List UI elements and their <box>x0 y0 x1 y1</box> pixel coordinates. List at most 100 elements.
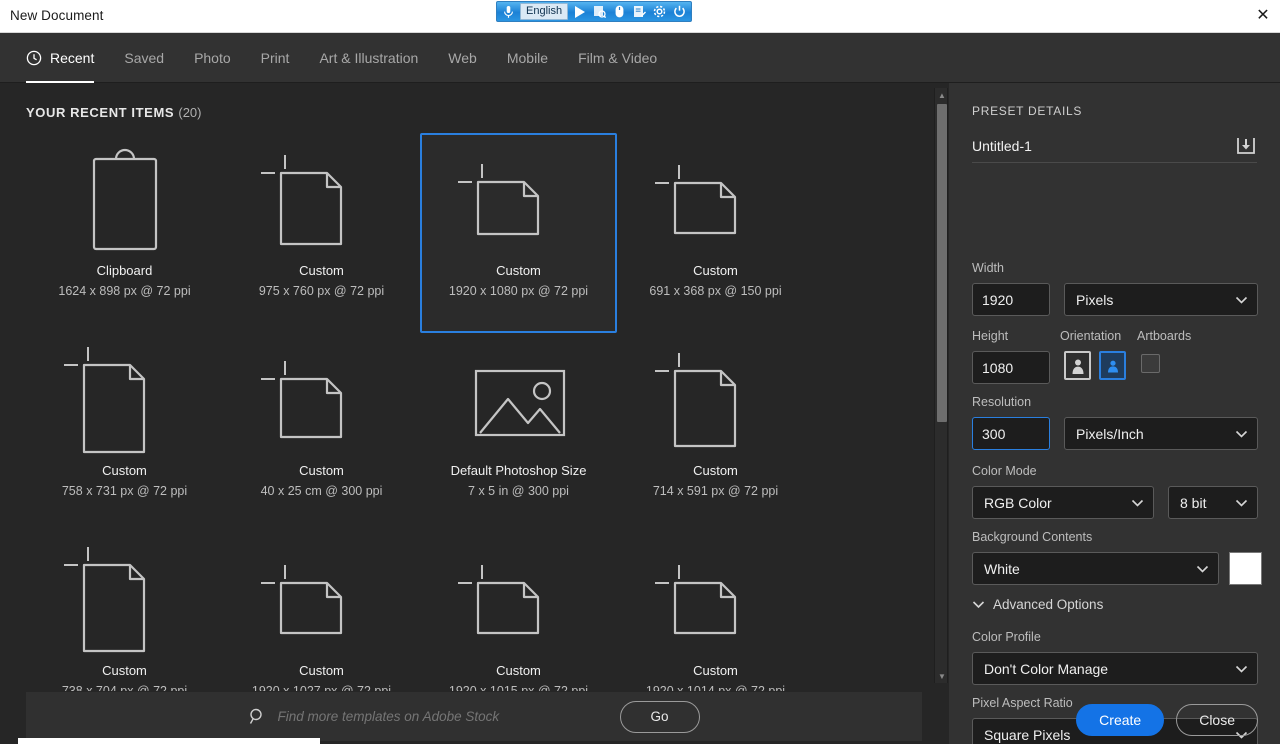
tab-recent[interactable]: Recent <box>26 33 109 83</box>
close-button[interactable]: Close <box>1176 704 1258 736</box>
tab-mobile[interactable]: Mobile <box>492 33 563 83</box>
recent-item-card[interactable]: Custom 758 x 731 px @ 72 ppi <box>26 333 223 533</box>
color-profile-value: Don't Color Manage <box>984 660 1109 677</box>
recent-item-name: Custom <box>299 463 344 478</box>
preset-name-input[interactable] <box>972 137 1235 154</box>
close-icon[interactable]: ✕ <box>1252 6 1274 26</box>
color-profile-select[interactable]: Don't Color Manage <box>972 652 1258 685</box>
color-mode-value: RGB Color <box>984 494 1052 511</box>
tab-label: Print <box>260 50 290 66</box>
recent-item-card[interactable]: Custom 1920 x 1014 px @ 72 ppi <box>617 533 814 691</box>
create-button[interactable]: Create <box>1076 704 1165 736</box>
landscape-orientation-icon[interactable] <box>1099 351 1126 380</box>
width-unit-value: Pixels <box>1076 291 1114 308</box>
artboards-label: Artboards <box>1137 329 1192 343</box>
background-contents-value: White <box>984 560 1020 577</box>
tab-print[interactable]: Print <box>246 33 305 83</box>
chevron-down-icon <box>1131 498 1144 507</box>
recent-item-name: Custom <box>299 263 344 278</box>
recent-item-name: Clipboard <box>96 263 153 278</box>
resolution-input[interactable] <box>972 417 1050 450</box>
correction-icon[interactable] <box>591 3 608 20</box>
recent-item-name: Default Photoshop Size <box>450 463 587 478</box>
speech-language-label[interactable]: English <box>520 3 569 20</box>
scroll-up-arrow-icon[interactable]: ▲ <box>935 88 949 102</box>
mouse-icon[interactable] <box>611 3 628 20</box>
tab-saved[interactable]: Saved <box>109 33 179 83</box>
recent-items-scrollbar[interactable]: ▲ ▼ <box>934 88 948 683</box>
artboards-checkbox[interactable] <box>1141 354 1160 373</box>
height-input[interactable] <box>972 351 1050 384</box>
tab-label: Film & Video <box>578 50 658 66</box>
resolution-unit-select[interactable]: Pixels/Inch <box>1064 417 1258 450</box>
chevron-down-icon <box>1235 429 1248 438</box>
color-profile-label: Color Profile <box>972 630 1041 644</box>
tabs-list: Recent Saved Photo Print Art & Illustration W… <box>0 33 1280 83</box>
settings-gear-icon[interactable] <box>651 3 668 20</box>
recent-item-name: Custom <box>693 663 738 678</box>
color-mode-select[interactable]: RGB Color <box>972 486 1154 519</box>
height-label: Height <box>972 329 1009 343</box>
chevron-down-icon <box>1235 664 1248 673</box>
play-icon[interactable] <box>571 3 588 20</box>
speech-recognition-toolbar[interactable]: English <box>496 1 693 22</box>
taskbar-artifact <box>18 738 320 744</box>
document-icon <box>651 341 781 461</box>
recent-item-card[interactable]: Custom 1920 x 1027 px @ 72 ppi <box>223 533 420 691</box>
portrait-orientation-icon[interactable] <box>1064 351 1091 380</box>
recent-item-card[interactable]: Custom 1920 x 1015 px @ 72 ppi <box>420 533 617 691</box>
recent-item-size: 1920 x 1080 px @ 72 ppi <box>448 284 589 298</box>
tab-art-illustration[interactable]: Art & Illustration <box>304 33 433 83</box>
document-category-tabbar: Recent Saved Photo Print Art & Illustration W… <box>0 33 1280 83</box>
window-title: New Document <box>10 8 104 23</box>
width-unit-select[interactable]: Pixels <box>1064 283 1258 316</box>
tab-web[interactable]: Web <box>433 33 492 83</box>
recent-item-size: 691 x 368 px @ 150 ppi <box>649 284 782 298</box>
recent-item-name: Custom <box>693 463 738 478</box>
microphone-icon[interactable] <box>500 3 517 20</box>
save-preset-icon[interactable] <box>1235 136 1257 156</box>
document-icon <box>60 341 190 461</box>
bit-depth-select[interactable]: 8 bit <box>1168 486 1258 519</box>
recent-item-card[interactable]: Custom 738 x 704 px @ 72 ppi <box>26 533 223 691</box>
chevron-down-icon <box>1235 295 1248 304</box>
recent-item-card[interactable]: Clipboard 1624 x 898 px @ 72 ppi <box>26 133 223 333</box>
recent-item-name: Custom <box>299 663 344 678</box>
scrollbar-thumb[interactable] <box>937 104 947 422</box>
recent-items-heading-text: YOUR RECENT ITEMS <box>26 105 175 120</box>
scroll-down-arrow-icon[interactable]: ▼ <box>935 669 949 683</box>
document-icon <box>257 141 387 261</box>
recent-item-size: 40 x 25 cm @ 300 ppi <box>260 484 383 498</box>
recent-item-name: Custom <box>496 663 541 678</box>
recent-item-size: 714 x 591 px @ 72 ppi <box>652 484 779 498</box>
recent-item-card[interactable]: Custom 714 x 591 px @ 72 ppi <box>617 333 814 533</box>
stock-go-button[interactable]: Go <box>619 700 700 733</box>
recent-item-size: 1920 x 1027 px @ 72 ppi <box>251 684 392 691</box>
document-icon <box>454 141 584 261</box>
dialog-action-buttons: Create Close <box>972 704 1258 736</box>
recent-item-card[interactable]: Custom 1920 x 1080 px @ 72 ppi <box>420 133 617 333</box>
background-contents-select[interactable]: White <box>972 552 1219 585</box>
preset-details-panel: PRESET DETAILS Width Pixels Height Orien… <box>949 83 1280 744</box>
width-input[interactable] <box>972 283 1050 316</box>
resolution-label: Resolution <box>972 395 1032 409</box>
background-color-swatch[interactable] <box>1229 552 1262 585</box>
recent-item-name: Custom <box>693 263 738 278</box>
stock-search-input[interactable] <box>277 709 608 724</box>
recent-item-size: 7 x 5 in @ 300 ppi <box>468 484 569 498</box>
document-icon <box>60 541 190 661</box>
power-icon[interactable] <box>671 3 688 20</box>
width-label: Width <box>972 261 1004 275</box>
recent-item-card[interactable]: Default Photoshop Size 7 x 5 in @ 300 ppi <box>420 333 617 533</box>
document-icon <box>454 541 584 661</box>
recent-item-name: Custom <box>102 463 147 478</box>
advanced-options-toggle[interactable]: Advanced Options <box>972 597 1103 612</box>
recent-item-card[interactable]: Custom 691 x 368 px @ 150 ppi <box>617 133 814 333</box>
recent-item-card[interactable]: Custom 40 x 25 cm @ 300 ppi <box>223 333 420 533</box>
tab-photo[interactable]: Photo <box>179 33 246 83</box>
recent-item-card[interactable]: Custom 975 x 760 px @ 72 ppi <box>223 133 420 333</box>
advanced-options-label: Advanced Options <box>993 597 1104 612</box>
tab-film-video[interactable]: Film & Video <box>563 33 672 83</box>
recent-item-size: 1624 x 898 px @ 72 ppi <box>58 284 191 298</box>
notes-icon[interactable] <box>631 3 648 20</box>
